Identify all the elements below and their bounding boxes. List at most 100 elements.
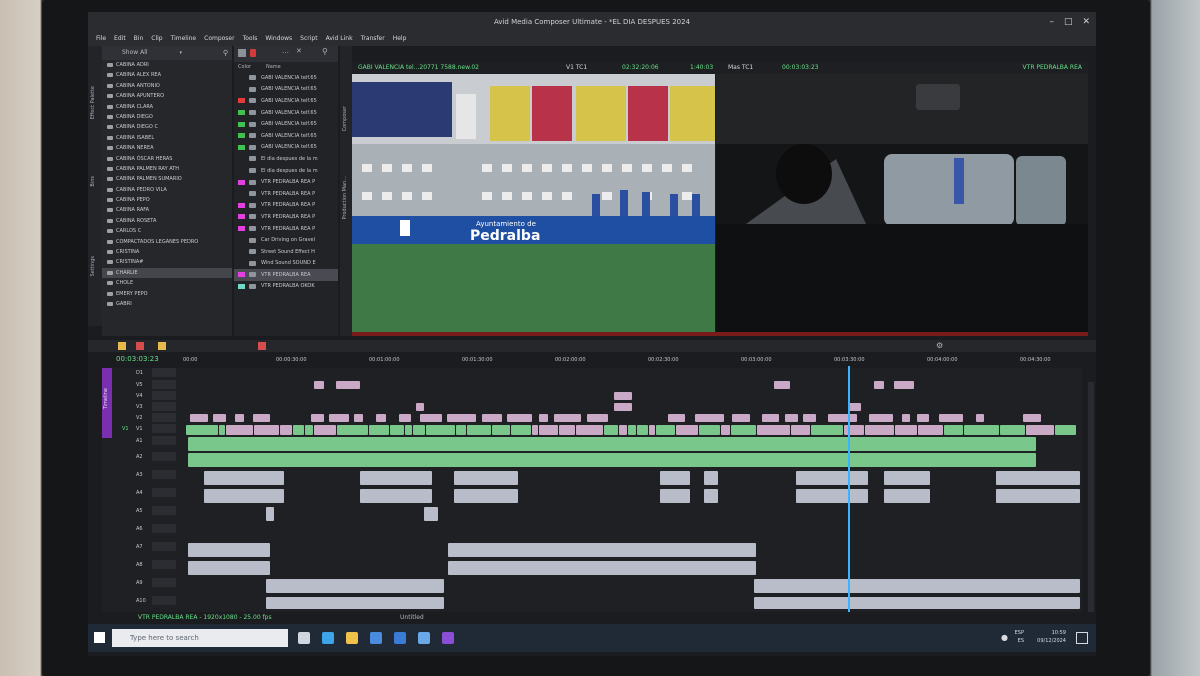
track-header[interactable]: A3 [102, 470, 184, 480]
source-clip-name[interactable]: GABI VALENCIA tel...20771 7588.new.02 [358, 62, 479, 74]
track-lane[interactable] [184, 470, 1080, 486]
track-header[interactable]: A6 [102, 524, 184, 534]
clip-row[interactable]: GABI VALENCIA telf.65 [234, 142, 338, 154]
track-header[interactable]: V3 [102, 402, 184, 412]
timeline-clip[interactable] [329, 414, 349, 422]
close-icon[interactable]: ✕ [1082, 12, 1090, 32]
bin-item[interactable]: GABRI [102, 299, 232, 309]
timeline-clip[interactable] [311, 414, 324, 422]
track-header[interactable]: V5 [102, 380, 184, 390]
timeline-clip[interactable] [695, 414, 724, 422]
timeline-clip[interactable] [614, 392, 632, 400]
menu-tools[interactable]: Tools [243, 32, 258, 46]
track-header[interactable]: A7 [102, 542, 184, 552]
timeline-clip[interactable] [785, 414, 798, 422]
timeline-clip[interactable] [614, 403, 632, 411]
timeline-clip[interactable] [492, 425, 510, 435]
track-lane[interactable] [184, 542, 1080, 558]
timeline-clip[interactable] [190, 414, 208, 422]
timeline-clip[interactable] [649, 425, 655, 435]
timeline-clip[interactable] [619, 425, 627, 435]
timeline-clip[interactable] [426, 425, 455, 435]
bin-item[interactable]: CRISTINA [102, 247, 232, 257]
track-toggle[interactable] [152, 380, 176, 389]
track-toggle[interactable] [152, 596, 176, 605]
bin-item[interactable]: CARLOS C [102, 226, 232, 236]
bin-item[interactable]: CABINA RAFA [102, 205, 232, 215]
timeline-clip[interactable] [390, 425, 404, 435]
bin-filter[interactable]: Show All ▾ ⚲ [102, 46, 232, 60]
timeline-clip[interactable] [539, 425, 558, 435]
tab-composer[interactable]: Composer [342, 106, 348, 131]
bin-item[interactable]: CHOLE [102, 278, 232, 288]
timeline-clip[interactable] [676, 425, 698, 435]
track-lane[interactable] [184, 380, 1080, 390]
track-header[interactable]: A4 [102, 488, 184, 498]
timeline-tab[interactable]: Untitled [400, 612, 424, 624]
timeline-clip[interactable] [447, 414, 476, 422]
clip-row[interactable]: GABI VALENCIA telf.65 [234, 130, 338, 142]
clip-row[interactable]: GABI VALENCIA telf.65 [234, 107, 338, 119]
app-icon[interactable] [418, 632, 430, 644]
search-icon[interactable]: ⚲ [322, 47, 328, 56]
timeline-clip[interactable] [424, 507, 438, 521]
column-color[interactable]: Color [234, 62, 266, 72]
track-lane[interactable] [184, 596, 1080, 610]
track-lane[interactable] [184, 413, 1080, 423]
track-header[interactable]: V1 V1 [102, 424, 184, 434]
clip-row[interactable]: GABI VALENCIA telf.65 [234, 118, 338, 130]
track-toggle[interactable] [152, 424, 176, 433]
timeline-clip[interactable] [774, 381, 790, 389]
timeline-clip[interactable] [731, 425, 756, 435]
track-header[interactable]: V4 [102, 391, 184, 401]
bin-item[interactable]: CABINA ÓSCAR HERAS [102, 154, 232, 164]
clock[interactable]: 10:59 09/12/2024 [1037, 629, 1066, 645]
track-lane[interactable] [184, 424, 1080, 436]
wifi-icon[interactable]: ● [1001, 633, 1008, 642]
timeline-clip[interactable] [668, 414, 685, 422]
track-header[interactable]: V2 [102, 413, 184, 423]
timeline-clip[interactable] [314, 381, 324, 389]
timeline-clip[interactable] [454, 489, 518, 503]
timeline-clip[interactable] [1020, 489, 1080, 503]
timeline-clip[interactable] [721, 425, 730, 435]
timeline-clip[interactable] [532, 425, 538, 435]
timeline-clip[interactable] [628, 425, 636, 435]
track-toggle[interactable] [152, 524, 176, 533]
tab-effect-palette[interactable]: Effect Palette [90, 86, 96, 119]
timeline-clip[interactable] [266, 579, 444, 593]
timeline-clip[interactable] [507, 414, 532, 422]
menu-edit[interactable]: Edit [114, 32, 126, 46]
timeline-clip[interactable] [895, 425, 917, 435]
bin-item[interactable]: CABINA ISABEL [102, 133, 232, 143]
menu-clip[interactable]: Clip [151, 32, 162, 46]
menu-bin[interactable]: Bin [134, 32, 144, 46]
timeline-clip[interactable] [757, 425, 790, 435]
clip-row[interactable]: Car Driving on Gravel [234, 234, 338, 246]
timeline-clip[interactable] [420, 414, 442, 422]
timeline-clip[interactable] [704, 471, 718, 485]
timeline-clip[interactable] [188, 437, 1036, 451]
edge-browser-icon[interactable] [322, 632, 334, 644]
timeline-clip[interactable] [656, 425, 675, 435]
timeline-clip[interactable] [280, 425, 292, 435]
search-icon[interactable]: ⚲ [223, 46, 228, 60]
timeline-clip[interactable] [405, 425, 412, 435]
timeline-clip[interactable] [337, 425, 368, 435]
clip-row[interactable]: VTR PEDRALBA REA P [234, 211, 338, 223]
timeline-clip[interactable] [448, 543, 756, 557]
source-track-label[interactable]: V1 TC1 [566, 62, 587, 74]
bin-item[interactable]: CABINA APUNTERO [102, 91, 232, 101]
timeline-clip[interactable] [226, 425, 253, 435]
timeline-clip[interactable] [369, 425, 389, 435]
playhead-indicator[interactable] [848, 366, 850, 614]
bin-item[interactable]: CABINA DIEGO [102, 112, 232, 122]
bin-item[interactable]: CABINA ANTONIO [102, 81, 232, 91]
track-header[interactable]: A5 [102, 506, 184, 516]
timeline-vertical-scrollbar[interactable] [1088, 382, 1094, 612]
track-toggle[interactable] [152, 368, 176, 377]
timeline-clip[interactable] [416, 403, 424, 411]
task-view-icon[interactable] [298, 632, 310, 644]
bin-item[interactable]: CABINA NEREA [102, 143, 232, 153]
lock-icon[interactable] [250, 49, 256, 57]
